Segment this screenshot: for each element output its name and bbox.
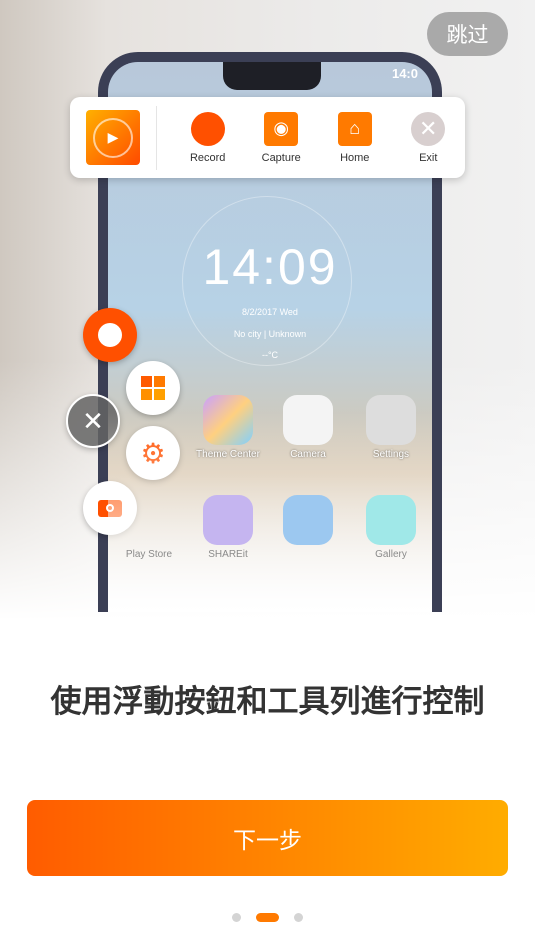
record-icon [190, 111, 225, 146]
app-theme-center: Theme Center [183, 395, 273, 460]
clock-date: 8/2/2017 Wed [242, 307, 298, 317]
toolbar-record[interactable]: Record [171, 111, 245, 164]
toolbar-exit[interactable]: ✕ Exit [392, 111, 466, 164]
floating-toolbar: ▶ Record ◉ Capture ⌂ Home ✕ Exit [70, 97, 465, 178]
app-label: Play Store [125, 549, 173, 560]
app-label: Settings [372, 449, 410, 460]
page-title: 使用浮動按鈕和工具列進行控制 [50, 684, 485, 720]
record-icon [98, 323, 122, 347]
video-camera-icon: ▶ [92, 117, 133, 158]
app-shareit: SHAREit [183, 495, 273, 560]
app-label: Gallery [375, 549, 407, 560]
divider [155, 105, 157, 170]
page-dot-2-active [256, 913, 279, 922]
app-cloud [263, 495, 353, 549]
next-button[interactable]: 下一步 [27, 800, 508, 876]
close-icon: ✕ [411, 111, 446, 146]
grid-icon [141, 376, 165, 400]
app-label: SHAREit [208, 549, 248, 560]
page-dot-3 [294, 913, 303, 922]
app-camera: Camera [263, 395, 353, 460]
skip-button[interactable]: 跳过 [427, 12, 508, 56]
app-label: Camera [290, 449, 326, 460]
toolbar-capture[interactable]: ◉ Capture [244, 111, 318, 164]
app-play-store: Play Store [108, 495, 194, 560]
clock-weather: --°C [261, 350, 279, 360]
phone-notch [223, 62, 321, 90]
app-label: Theme Center [196, 449, 260, 460]
app-settings: Settings [346, 395, 432, 460]
app-logo: ▶ [86, 110, 140, 165]
close-icon: ✕ [82, 405, 104, 436]
clock-time: 14:09 [202, 239, 338, 295]
camera-icon: ◉ [264, 111, 299, 146]
clock-location: No city | Unknown [233, 329, 307, 339]
app-gallery: Gallery [346, 495, 432, 560]
page-dot-1 [232, 913, 241, 922]
float-record-button [83, 308, 137, 362]
status-time: 14:0 [391, 66, 418, 81]
home-icon: ⌂ [337, 111, 372, 146]
toolbar-home[interactable]: ⌂ Home [318, 111, 392, 164]
float-tools-button [126, 361, 180, 415]
